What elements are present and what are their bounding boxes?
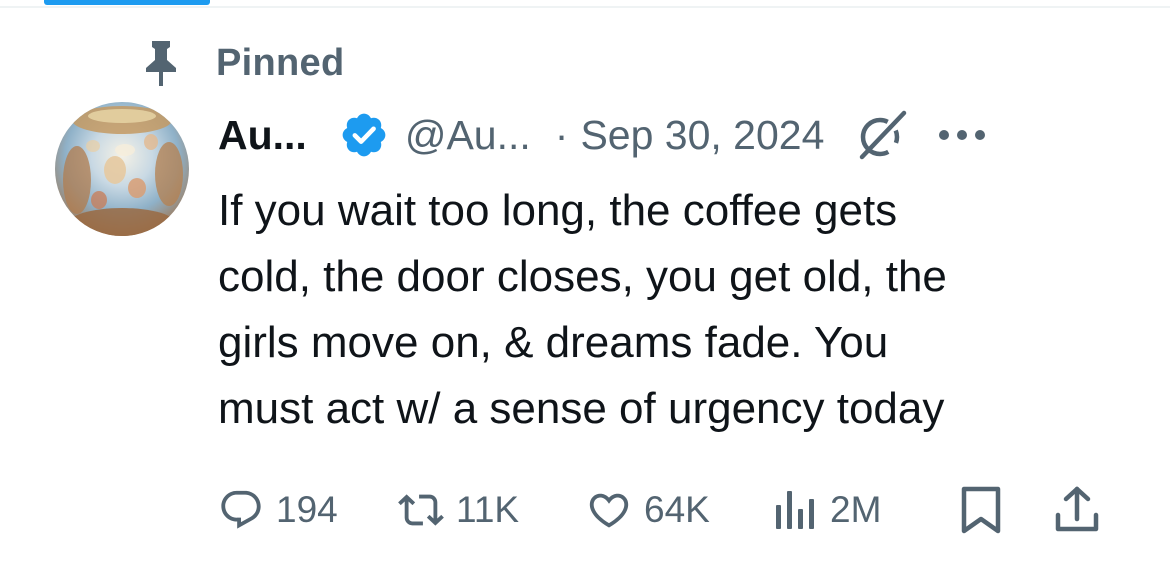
share-icon bbox=[1055, 486, 1099, 532]
pin-icon bbox=[138, 38, 184, 88]
like-count: 64K bbox=[644, 489, 710, 530]
top-divider bbox=[0, 6, 1170, 8]
views-button[interactable]: 2M bbox=[774, 480, 881, 540]
more-dots-icon[interactable] bbox=[934, 120, 990, 150]
tweet-actions: 194 11K 64K 2M bbox=[218, 480, 1118, 540]
bookmark-icon bbox=[961, 486, 1001, 534]
share-button[interactable] bbox=[1054, 480, 1100, 540]
verified-badge-icon[interactable] bbox=[339, 109, 391, 161]
repost-icon bbox=[398, 494, 444, 526]
reply-button[interactable]: 194 bbox=[218, 480, 338, 540]
active-tab-indicator bbox=[44, 0, 210, 5]
reply-icon bbox=[221, 490, 261, 529]
pinned-indicator: Pinned bbox=[138, 38, 344, 88]
tweet-text: If you wait too long, the coffee gets co… bbox=[218, 186, 947, 433]
reply-count: 194 bbox=[276, 489, 338, 530]
views-count: 2M bbox=[830, 489, 882, 530]
avatar[interactable] bbox=[55, 102, 189, 236]
views-chart-icon bbox=[776, 491, 814, 529]
tweet-date[interactable]: Sep 30, 2024 bbox=[580, 112, 824, 159]
header-separator: · bbox=[554, 111, 569, 158]
repost-count: 11K bbox=[456, 489, 520, 530]
display-name[interactable]: Au... bbox=[218, 112, 307, 159]
grok-icon[interactable] bbox=[852, 105, 912, 165]
tweet-header: Au... @Au... · Sep 30, 2024 bbox=[218, 105, 1110, 165]
repost-button[interactable]: 11K bbox=[398, 480, 519, 540]
bookmark-button[interactable] bbox=[960, 480, 1002, 540]
like-button[interactable]: 64K bbox=[586, 480, 710, 540]
pinned-label: Pinned bbox=[216, 41, 345, 84]
user-handle[interactable]: @Au... bbox=[405, 112, 531, 159]
heart-icon bbox=[589, 493, 629, 528]
